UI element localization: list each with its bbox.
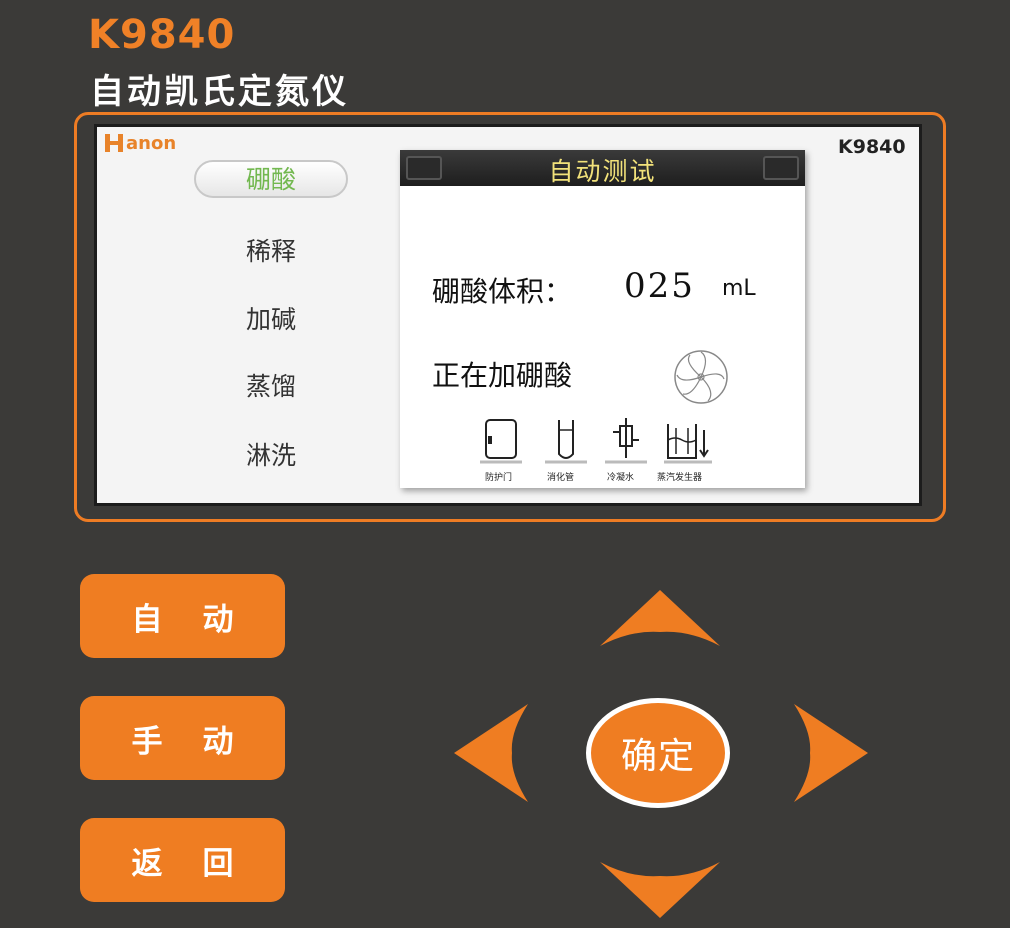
condenser-label: 冷凝水 <box>607 473 635 483</box>
brand-logo: anon <box>104 130 176 156</box>
condenser-icon <box>605 418 647 464</box>
boric-volume-value[interactable]: 025 <box>624 266 695 306</box>
brand-name: anon <box>126 132 177 154</box>
steam-generator-label: 蒸汽发生器 <box>657 473 703 483</box>
boric-volume-label: 硼酸体积： <box>432 275 573 308</box>
dialog-title: 自动测试 <box>548 157 657 186</box>
step-dilute[interactable]: 稀释 <box>194 232 348 268</box>
status-text: 正在加硼酸 <box>432 359 573 392</box>
step-boric-acid[interactable]: 硼酸 <box>194 160 348 198</box>
boric-volume-unit: mL <box>722 276 756 301</box>
steam-generator-icon <box>664 424 712 464</box>
tube-icon <box>545 420 587 464</box>
fan-icon <box>674 350 728 404</box>
step-distill[interactable]: 蒸馏 <box>194 367 348 403</box>
step-rinse[interactable]: 淋洗 <box>194 436 348 472</box>
confirm-button[interactable]: 确定 <box>586 698 730 808</box>
device-name: 自动凯氏定氮仪 <box>90 72 349 112</box>
back-button[interactable]: 返回 <box>80 818 285 902</box>
up-arrow-icon[interactable] <box>598 588 722 650</box>
door-icon <box>480 419 522 464</box>
brand-logo-icon <box>105 134 123 152</box>
tube-label: 消化管 <box>547 473 575 483</box>
down-arrow-icon[interactable] <box>598 858 722 920</box>
device-model: K9840 <box>88 12 236 58</box>
door-label: 防护门 <box>485 473 513 483</box>
left-arrow-icon[interactable] <box>452 702 532 804</box>
manual-button[interactable]: 手动 <box>80 696 285 780</box>
step-add-alkali[interactable]: 加碱 <box>194 300 348 336</box>
auto-button[interactable]: 自动 <box>80 574 285 658</box>
screen-model-label: K9840 <box>838 136 906 158</box>
right-arrow-icon[interactable] <box>790 702 870 804</box>
dialog-header: 自动测试 <box>400 150 805 186</box>
